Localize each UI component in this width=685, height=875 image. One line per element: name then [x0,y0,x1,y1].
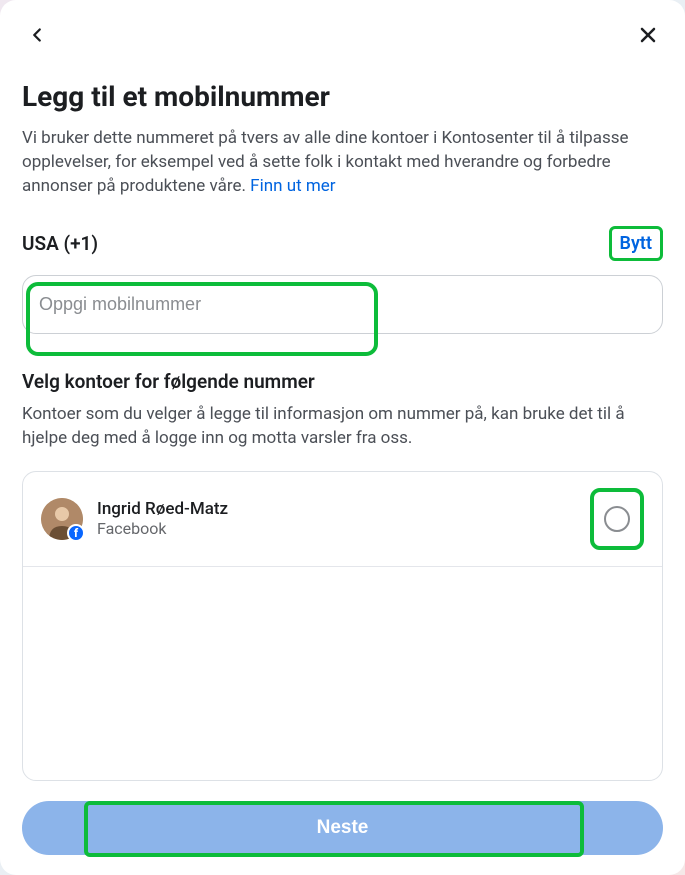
next-button[interactable]: Neste [22,801,663,855]
accounts-section-title: Velg kontoer for følgende nummer [22,370,663,393]
change-country-button[interactable]: Bytt [609,226,663,261]
highlight-box [590,488,644,550]
next-button-wrap: Neste [22,801,663,855]
accounts-list: f Ingrid Røed-Matz Facebook [22,471,663,781]
page-description: Vi bruker dette nummeret på tvers av all… [22,127,663,198]
facebook-badge-icon: f [67,524,85,542]
country-label: USA (+1) [22,232,98,255]
account-radio[interactable] [604,506,630,532]
account-row[interactable]: f Ingrid Røed-Matz Facebook [23,472,662,567]
avatar-wrap: f [41,498,83,540]
account-info: Ingrid Røed-Matz Facebook [97,499,590,538]
close-icon [636,23,660,47]
close-button[interactable] [633,20,663,50]
accounts-section-description: Kontoer som du velger å legge til inform… [22,403,663,451]
chevron-left-icon [26,24,48,46]
account-platform: Facebook [97,519,590,538]
account-name: Ingrid Røed-Matz [97,499,590,519]
add-phone-dialog: Legg til et mobilnummer Vi bruker dette … [0,0,685,875]
learn-more-link[interactable]: Finn ut mer [250,176,335,196]
back-button[interactable] [22,20,52,50]
page-title: Legg til et mobilnummer [22,80,663,113]
header-bar [22,20,663,50]
phone-input[interactable] [22,275,663,334]
country-row: USA (+1) Bytt [22,226,663,261]
